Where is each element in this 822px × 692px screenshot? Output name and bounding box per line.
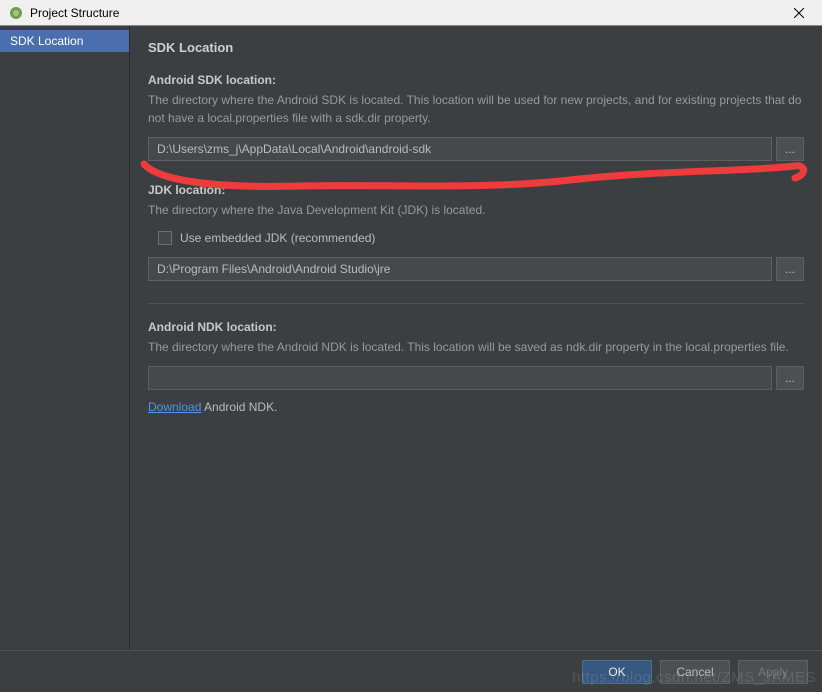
sidebar: SDK Location bbox=[0, 26, 130, 650]
ndk-section: Android NDK location: The directory wher… bbox=[148, 320, 804, 414]
jdk-desc: The directory where the Java Development… bbox=[148, 201, 804, 219]
cancel-button[interactable]: Cancel bbox=[660, 660, 730, 684]
ndk-download-row: Download Android NDK. bbox=[148, 400, 804, 414]
main-container: SDK Location SDK Location Android SDK lo… bbox=[0, 26, 822, 650]
ndk-location-input[interactable] bbox=[148, 366, 772, 390]
ndk-input-row: ... bbox=[148, 366, 804, 390]
ndk-browse-button[interactable]: ... bbox=[776, 366, 804, 390]
sdk-label: Android SDK location: bbox=[148, 73, 804, 87]
download-ndk-text: Android NDK. bbox=[201, 400, 277, 414]
jdk-label: JDK location: bbox=[148, 183, 804, 197]
sidebar-item-sdk-location[interactable]: SDK Location bbox=[0, 30, 129, 52]
titlebar: Project Structure bbox=[0, 0, 822, 26]
sdk-location-input[interactable] bbox=[148, 137, 772, 161]
apply-button[interactable]: Apply bbox=[738, 660, 808, 684]
close-button[interactable] bbox=[784, 2, 814, 24]
sdk-input-row: ... bbox=[148, 137, 804, 161]
jdk-location-input[interactable] bbox=[148, 257, 772, 281]
sdk-desc: The directory where the Android SDK is l… bbox=[148, 91, 804, 127]
jdk-input-row: ... bbox=[148, 257, 804, 281]
jdk-embedded-row: Use embedded JDK (recommended) bbox=[158, 231, 804, 245]
content-panel: SDK Location Android SDK location: The d… bbox=[130, 26, 822, 650]
content-heading: SDK Location bbox=[148, 36, 804, 73]
ok-button[interactable]: OK bbox=[582, 660, 652, 684]
ndk-label: Android NDK location: bbox=[148, 320, 804, 334]
sidebar-item-label: SDK Location bbox=[10, 34, 83, 48]
section-separator bbox=[148, 303, 804, 304]
window-title: Project Structure bbox=[30, 6, 784, 20]
sdk-section: Android SDK location: The directory wher… bbox=[148, 73, 804, 161]
close-icon bbox=[794, 8, 804, 18]
dialog-footer: OK Cancel Apply bbox=[0, 650, 822, 692]
jdk-browse-button[interactable]: ... bbox=[776, 257, 804, 281]
android-studio-icon bbox=[8, 5, 24, 21]
use-embedded-jdk-label: Use embedded JDK (recommended) bbox=[180, 231, 375, 245]
download-ndk-link[interactable]: Download bbox=[148, 400, 201, 414]
ndk-desc: The directory where the Android NDK is l… bbox=[148, 338, 804, 356]
use-embedded-jdk-checkbox[interactable] bbox=[158, 231, 172, 245]
sdk-browse-button[interactable]: ... bbox=[776, 137, 804, 161]
jdk-section: JDK location: The directory where the Ja… bbox=[148, 183, 804, 281]
